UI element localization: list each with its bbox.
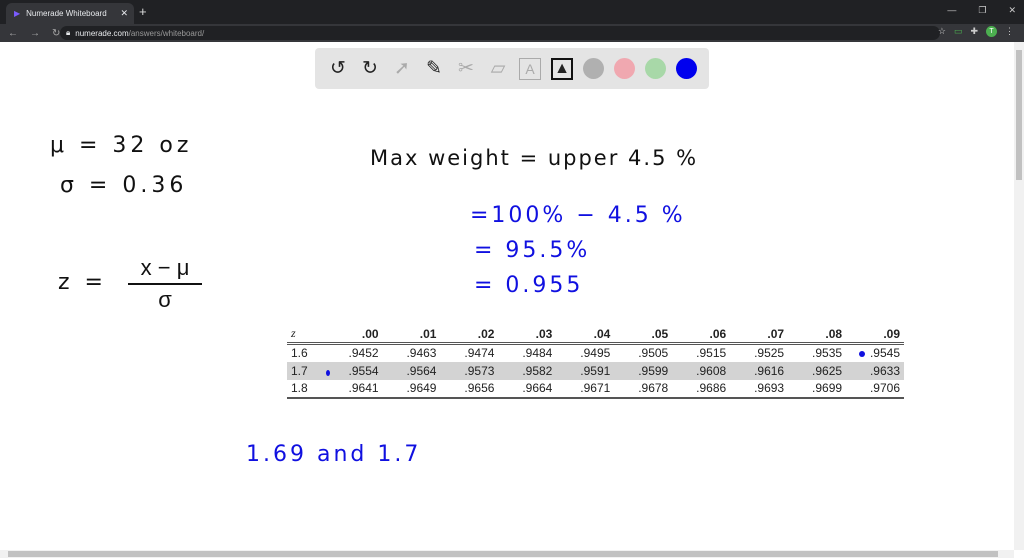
table-cell: .9474: [464, 346, 495, 361]
table-row: 1.8.9641.9649.9656.9664.9671.9678.9686.9…: [287, 379, 904, 399]
table-cell: .9706: [846, 379, 904, 399]
back-icon[interactable]: ←: [8, 28, 18, 39]
text-icon[interactable]: A: [519, 57, 541, 80]
tools-icon[interactable]: ✂: [455, 58, 477, 80]
tab-bar: ▶ Numerade Whiteboard ✕ + — ❐ ✕: [0, 0, 1024, 24]
table-cell: .9582: [498, 361, 557, 380]
eraser-icon[interactable]: ▱: [487, 58, 509, 80]
table-cell: .9678: [614, 379, 673, 399]
table-header: .07: [730, 325, 789, 345]
image-icon[interactable]: ▲: [551, 57, 573, 80]
table-header: .01: [382, 325, 441, 345]
table-header: .09: [846, 325, 904, 345]
pen-mark: [326, 370, 330, 376]
table-cell: .9564: [382, 361, 441, 380]
url-path: /answers/whiteboard/: [128, 28, 205, 38]
table-cell: .9535: [812, 346, 843, 361]
new-tab-button[interactable]: +: [139, 4, 147, 19]
table-cell: .9616: [730, 361, 789, 380]
color-green[interactable]: [645, 58, 666, 79]
table-header: z: [287, 325, 325, 345]
table-cell: .9699: [788, 379, 847, 399]
url-input[interactable]: 🔒︎ numerade.com/answers/whiteboard/: [60, 26, 940, 40]
table-cell: .9591: [556, 361, 615, 380]
z-formula-fraction: x − μ σ: [128, 255, 202, 313]
table-cell: .9515: [696, 346, 727, 361]
forward-icon[interactable]: →: [30, 28, 40, 39]
table-cell: .9484: [522, 346, 553, 361]
color-pink[interactable]: [614, 58, 635, 79]
table-cell: .9545: [869, 346, 900, 361]
table-header: .00: [324, 325, 383, 345]
table-cell: .9633: [846, 361, 904, 380]
address-bar-row: ← → ↻ 🔒︎ numerade.com/answers/whiteboard/ …: [0, 24, 1024, 42]
table-cell: .9505: [638, 346, 669, 361]
horizontal-scrollbar[interactable]: [0, 550, 1014, 558]
close-window-icon[interactable]: ✕: [1008, 5, 1016, 16]
answer-note: 1.69 and 1.7: [246, 442, 422, 467]
z-numerator: x − μ: [140, 255, 190, 280]
table-cell: .9573: [440, 361, 499, 380]
table-header: .03: [498, 325, 557, 345]
minimize-icon[interactable]: —: [947, 5, 956, 16]
table-header: .02: [440, 325, 499, 345]
pen-icon[interactable]: ✎: [423, 58, 445, 80]
table-cell: .9554: [324, 361, 383, 380]
table-cell: .9525: [754, 346, 785, 361]
table-cell: .9693: [730, 379, 789, 399]
table-cell: .9625: [788, 361, 847, 380]
step3-note: = 0.955: [474, 273, 584, 298]
color-gray[interactable]: [583, 58, 604, 79]
restore-icon[interactable]: ❐: [978, 5, 986, 16]
menu-icon[interactable]: ⋮: [1005, 26, 1014, 37]
undo-icon[interactable]: ↺: [327, 58, 349, 80]
numerade-logo-icon: ▶: [14, 9, 21, 18]
table-cell: 1.6: [291, 346, 308, 361]
close-tab-icon[interactable]: ✕: [120, 8, 128, 19]
table-cell: .9452: [348, 346, 379, 361]
sigma-note: σ = 0.36: [60, 173, 188, 198]
table-cell: .9599: [614, 361, 673, 380]
table-header: .06: [672, 325, 731, 345]
table-cell: .9608: [672, 361, 731, 380]
redo-icon[interactable]: ↻: [359, 58, 381, 80]
table-cell: 1.8: [287, 379, 325, 399]
table-cell: .9649: [382, 379, 441, 399]
url-domain: numerade.com: [75, 28, 129, 38]
tab-title: Numerade Whiteboard: [26, 9, 107, 18]
star-icon[interactable]: ☆: [938, 26, 946, 37]
table-header: .05: [614, 325, 673, 345]
color-blue[interactable]: [676, 58, 697, 79]
max-weight-note: Max weight = upper 4.5 %: [370, 146, 699, 170]
table-cell: .9641: [324, 379, 383, 399]
table-header: .08: [788, 325, 847, 345]
mu-note: μ = 32 oz: [50, 133, 193, 158]
extensions-icon[interactable]: ✚: [970, 26, 978, 37]
whiteboard-toolbar: ↺ ↻ ➚ ✎ ✂ ▱ A ▲: [315, 48, 709, 89]
z-formula-lhs: z =: [58, 270, 107, 295]
avatar[interactable]: T: [986, 26, 997, 37]
z-table: z .00.01.02.03.04.05.06.07.08.09 1.6 .9452…: [287, 325, 904, 399]
vertical-scrollbar[interactable]: [1014, 42, 1024, 550]
step2-note: = 95.5%: [474, 238, 591, 263]
table-cell: .9664: [498, 379, 557, 399]
table-cell: 1.7: [287, 361, 325, 380]
step1-note: =100% − 4.5 %: [470, 203, 686, 228]
table-cell: .9671: [556, 379, 615, 399]
z-denominator: σ: [158, 287, 172, 312]
table-cell: .9495: [580, 346, 611, 361]
lock-icon: 🔒︎: [66, 28, 71, 37]
pen-mark: [859, 351, 865, 357]
cast-icon[interactable]: ▭: [954, 26, 963, 37]
table-row: 1.7.9554.9564.9573.9582.9591.9599.9608.9…: [287, 361, 904, 380]
table-cell: .9463: [406, 346, 437, 361]
pointer-icon[interactable]: ➚: [391, 58, 413, 80]
table-row: 1.6 .9452 .9463 .9474 .9484 .9495 .9505 .9515 .9…: [287, 344, 904, 362]
browser-tab[interactable]: ▶ Numerade Whiteboard ✕: [6, 3, 134, 24]
table-header: .04: [556, 325, 615, 345]
table-cell: .9686: [672, 379, 731, 399]
table-cell: .9656: [440, 379, 499, 399]
